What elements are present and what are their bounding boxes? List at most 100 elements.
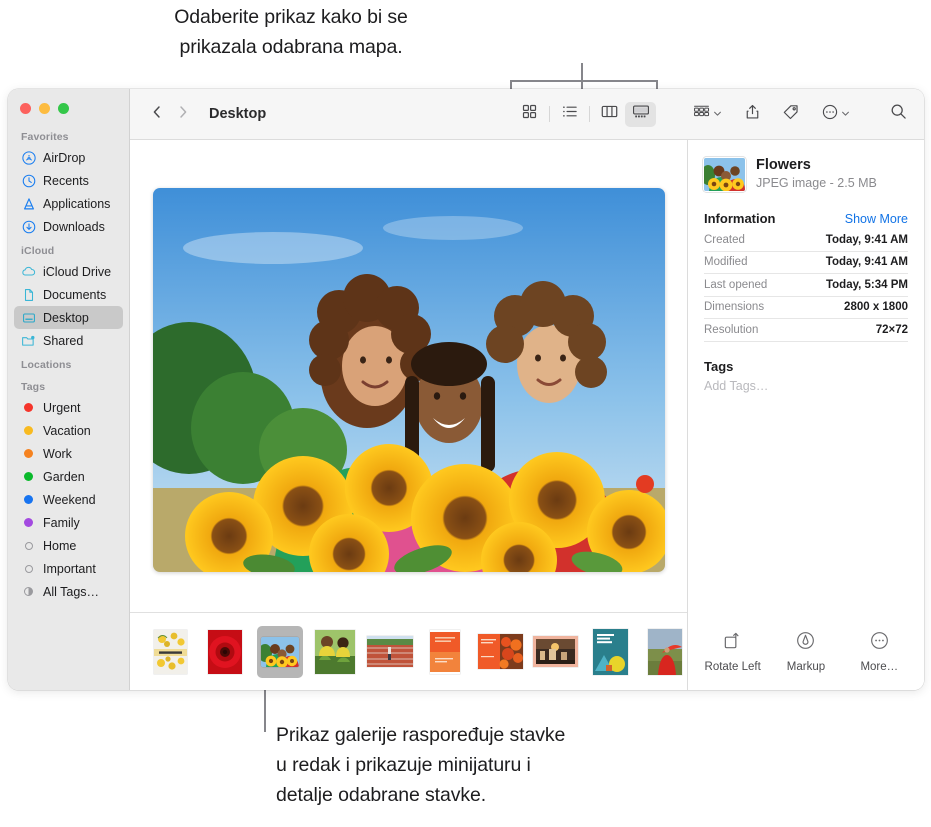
tag-button[interactable] xyxy=(780,102,802,127)
sidebar-item-tag-weekend[interactable]: Weekend xyxy=(14,488,123,511)
file-header: Flowers JPEG image - 2.5 MB xyxy=(704,156,908,192)
info-label: Resolution xyxy=(704,324,758,336)
tags-section-title: Tags xyxy=(704,359,908,374)
sidebar-item-label: Applications xyxy=(43,197,110,211)
filmstrip-item-red-dress-field-photo[interactable] xyxy=(642,626,687,678)
tag-dot-icon xyxy=(21,446,36,461)
callout-bottom: Prikaz galerije raspoređuje stavke u red… xyxy=(276,720,916,810)
preview-image[interactable] xyxy=(153,188,665,572)
icon-view-button[interactable] xyxy=(514,102,545,127)
callout-bottom-line1: Prikaz galerije raspoređuje stavke xyxy=(276,720,916,750)
sidebar-item-desktop[interactable]: Desktop xyxy=(14,306,123,329)
sidebar-item-tag-urgent[interactable]: Urgent xyxy=(14,396,123,419)
downloads-icon xyxy=(21,219,36,234)
info-row-modified: Modified Today, 9:41 AM xyxy=(704,252,908,275)
minimize-button[interactable] xyxy=(39,103,50,114)
markup-icon xyxy=(795,630,816,656)
tag-dot-hollow-icon xyxy=(21,538,36,553)
sidebar-item-shared[interactable]: Shared xyxy=(14,329,123,352)
sidebar-item-tag-home[interactable]: Home xyxy=(14,534,123,557)
sidebar-item-tag-family[interactable]: Family xyxy=(14,511,123,534)
sidebar-item-applications[interactable]: Applications xyxy=(14,192,123,215)
desktop-icon xyxy=(21,310,36,325)
list-icon xyxy=(562,104,578,124)
column-view-button[interactable] xyxy=(594,102,625,127)
grid-icon xyxy=(522,104,537,124)
sidebar-item-label: Garden xyxy=(43,470,85,484)
info-value: 2800 x 1800 xyxy=(844,301,908,313)
sidebar-item-label: Desktop xyxy=(43,311,89,325)
callout-bottom-line3: detalje odabrane stavke. xyxy=(276,780,916,810)
share-button[interactable] xyxy=(742,102,763,127)
group-by-icon xyxy=(693,104,710,124)
forward-button[interactable] xyxy=(170,101,196,127)
show-more-link[interactable]: Show More xyxy=(845,212,908,226)
sidebar-item-tag-vacation[interactable]: Vacation xyxy=(14,419,123,442)
sidebar-item-label: Shared xyxy=(43,334,83,348)
preview-area xyxy=(130,140,687,612)
sidebar-item-documents[interactable]: Documents xyxy=(14,283,123,306)
info-label: Modified xyxy=(704,256,747,268)
sidebar-item-airdrop[interactable]: AirDrop xyxy=(14,146,123,169)
sidebar-item-label: Weekend xyxy=(43,493,96,507)
sidebar-item-tag-important[interactable]: Important xyxy=(14,557,123,580)
columns-icon xyxy=(601,104,618,124)
filmstrip-item-running-track-photo[interactable] xyxy=(367,626,413,678)
sidebar: Favorites AirDrop xyxy=(8,89,130,690)
filmstrip-item-district-lemons-poster[interactable] xyxy=(147,626,193,678)
gallery-view-button[interactable] xyxy=(625,102,656,127)
sidebar-item-label: Home xyxy=(43,539,76,553)
filmstrip-item-sunflowers-portrait-photo[interactable] xyxy=(257,626,303,678)
info-row-dimensions: Dimensions 2800 x 1800 xyxy=(704,297,908,320)
group-by-button[interactable] xyxy=(690,102,725,127)
back-button[interactable] xyxy=(144,101,170,127)
info-panel: Flowers JPEG image - 2.5 MB Information … xyxy=(687,140,924,690)
finder-window: Favorites AirDrop xyxy=(8,89,924,690)
search-button[interactable] xyxy=(887,102,910,127)
sidebar-item-downloads[interactable]: Downloads xyxy=(14,215,123,238)
sidebar-item-icloud-drive[interactable]: iCloud Drive xyxy=(14,260,123,283)
path-title: Desktop xyxy=(209,106,266,122)
tag-icon xyxy=(783,104,799,125)
toolbar-divider xyxy=(549,106,550,122)
tag-dot-icon xyxy=(21,469,36,484)
more-circle-icon xyxy=(869,630,890,656)
info-row-resolution: Resolution 72×72 xyxy=(704,319,908,342)
filmstrip-item-sunset-framed-photo[interactable] xyxy=(532,626,578,678)
tag-dot-icon xyxy=(21,423,36,438)
chevron-left-icon xyxy=(151,104,163,125)
gallery-icon xyxy=(632,104,650,124)
filmstrip-item-tomatoes-poster[interactable] xyxy=(477,626,523,678)
zoom-button[interactable] xyxy=(58,103,69,114)
markup-button[interactable]: Markup xyxy=(773,630,839,673)
sidebar-item-label: iCloud Drive xyxy=(43,265,111,279)
info-label: Last opened xyxy=(704,279,767,291)
applications-icon xyxy=(21,196,36,211)
more-actions-button[interactable] xyxy=(819,102,853,127)
filmstrip-item-red-dahlia-photo[interactable] xyxy=(202,626,248,678)
sidebar-item-label: Family xyxy=(43,516,80,530)
callout-bottom-stem xyxy=(264,687,266,732)
tag-dot-half-icon xyxy=(21,584,36,599)
info-row-last-opened: Last opened Today, 5:34 PM xyxy=(704,274,908,297)
sidebar-item-label: Documents xyxy=(43,288,106,302)
filmstrip-item-orange-gradient-poster[interactable] xyxy=(422,626,468,678)
info-value: Today, 9:41 AM xyxy=(826,256,908,268)
chevron-right-icon xyxy=(177,104,189,125)
close-button[interactable] xyxy=(20,103,31,114)
rotate-left-button[interactable]: Rotate Left xyxy=(700,630,766,673)
sidebar-item-all-tags[interactable]: All Tags… xyxy=(14,580,123,603)
filmstrip-item-marketing-plan-document[interactable] xyxy=(587,626,633,678)
add-tags-field[interactable]: Add Tags… xyxy=(704,379,908,393)
sidebar-item-tag-garden[interactable]: Garden xyxy=(14,465,123,488)
sidebar-item-tag-work[interactable]: Work xyxy=(14,442,123,465)
filmstrip[interactable] xyxy=(130,612,687,690)
file-meta: JPEG image - 2.5 MB xyxy=(756,175,877,192)
more-button[interactable]: More… xyxy=(846,630,912,673)
tag-dot-icon xyxy=(21,400,36,415)
toolbar: Desktop xyxy=(130,89,924,140)
list-view-button[interactable] xyxy=(554,102,585,127)
filmstrip-item-gardening-photo[interactable] xyxy=(312,626,358,678)
sidebar-item-recents[interactable]: Recents xyxy=(14,169,123,192)
action-label: More… xyxy=(860,661,898,673)
